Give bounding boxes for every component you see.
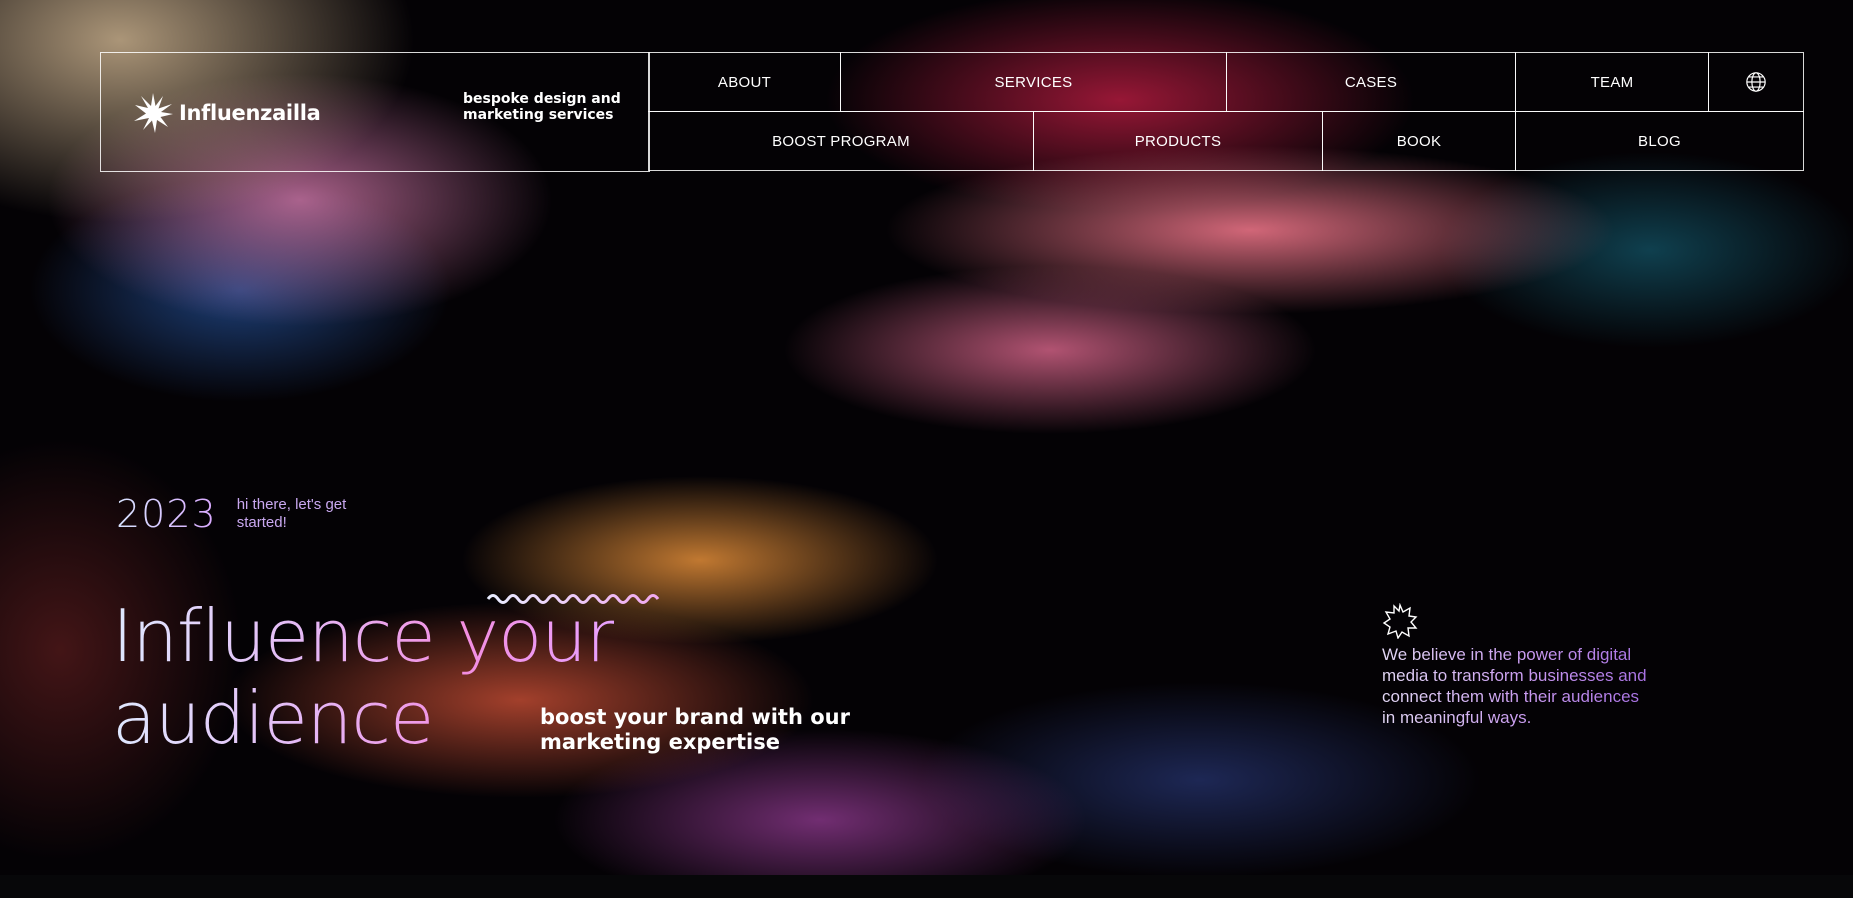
year-label: 2023 — [116, 492, 217, 536]
starburst-logo-icon — [134, 93, 173, 133]
brand-tagline: bespoke design and marketing services — [463, 91, 621, 123]
globe-icon — [1746, 72, 1766, 92]
nav-about[interactable]: ABOUT — [648, 52, 841, 112]
logo-link[interactable]: Influenzailla — [133, 93, 321, 133]
nav-cases[interactable]: CASES — [1226, 52, 1516, 112]
brand-cell: Influenzailla bespoke design and marketi… — [100, 52, 650, 172]
hero-subheadline: boost your brand with our marketing expe… — [540, 705, 850, 754]
belief-statement: We believe in the power of digital media… — [1382, 644, 1652, 728]
nav-team[interactable]: TEAM — [1515, 52, 1709, 112]
language-button[interactable] — [1708, 52, 1804, 112]
brand-name: Influenzailla — [179, 101, 321, 125]
year-row: 2023 hi there, let's get started! — [116, 492, 347, 536]
site-header: Influenzailla bespoke design and marketi… — [100, 52, 1804, 172]
bottom-strip — [0, 875, 1853, 898]
greeting-text: hi there, let's get started! — [236, 496, 347, 531]
headline-line-1: Influence your — [112, 594, 615, 678]
nav-blog[interactable]: BLOG — [1515, 111, 1804, 171]
nav-boost-program[interactable]: BOOST PROGRAM — [648, 111, 1034, 171]
nav-services[interactable]: SERVICES — [840, 52, 1227, 112]
nav-book[interactable]: BOOK — [1322, 111, 1516, 171]
nav-products[interactable]: PRODUCTS — [1033, 111, 1323, 171]
starburst-icon — [1382, 603, 1418, 639]
